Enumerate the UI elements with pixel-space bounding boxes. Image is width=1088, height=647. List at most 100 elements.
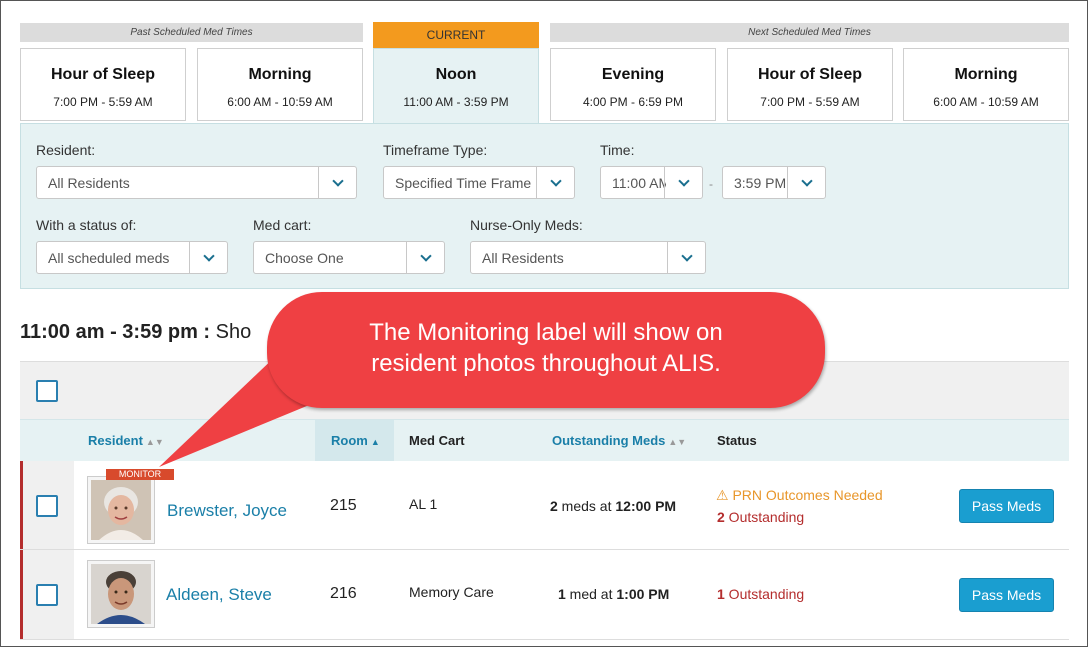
status-select-value: All scheduled meds	[48, 250, 170, 266]
chevron-down-icon	[318, 167, 356, 198]
room-number: 215	[330, 497, 357, 514]
medcart-filter-label: Med cart:	[253, 217, 312, 233]
resident-name-link[interactable]: Brewster, Joyce	[167, 501, 287, 521]
nurse-only-filter-label: Nurse-Only Meds:	[470, 217, 583, 233]
med-cart-value: AL 1	[409, 496, 438, 512]
time-filter-label: Time:	[600, 142, 635, 158]
nurse-only-select[interactable]: All Residents	[470, 241, 706, 274]
time-range-title: 11:00 am - 3:59 pm : Sho	[20, 321, 251, 344]
select-all-checkbox[interactable]	[36, 380, 58, 402]
tab-name: Morning	[248, 66, 312, 83]
tab-noon-current[interactable]: Noon 11:00 AM - 3:59 PM	[373, 48, 539, 125]
medcart-column-header: Med Cart	[409, 433, 465, 448]
resident-select-value: All Residents	[48, 175, 130, 191]
resident-photo-image	[91, 480, 151, 540]
tab-time: 6:00 AM - 10:59 AM	[227, 95, 333, 109]
nurse-only-select-value: All Residents	[482, 250, 564, 266]
outstanding-text: Outstanding	[724, 509, 805, 525]
status-outstanding: 1 Outstanding	[717, 586, 804, 602]
time-separator: -	[709, 177, 713, 191]
status-column-header: Status	[717, 433, 757, 448]
tab-time: 11:00 AM - 3:59 PM	[403, 95, 509, 109]
outstanding-meds-value: 1 med at 1:00 PM	[558, 586, 669, 602]
outstanding-count: 2	[717, 509, 725, 525]
pass-meds-button[interactable]: Pass Meds	[959, 489, 1054, 523]
tab-morning-past[interactable]: Morning 6:00 AM - 10:59 AM	[197, 48, 363, 121]
filter-panel: Resident: All Residents Timeframe Type: …	[20, 123, 1069, 289]
tab-time: 7:00 PM - 5:59 AM	[53, 95, 153, 109]
room-number: 216	[330, 585, 357, 602]
resident-select[interactable]: All Residents	[36, 166, 357, 199]
tab-morning-next[interactable]: Morning 6:00 AM - 10:59 AM	[903, 48, 1069, 121]
callout-line-1: The Monitoring label will show on	[369, 319, 723, 346]
outstanding-meds-value: 2 meds at 12:00 PM	[550, 498, 676, 514]
timeframe-select[interactable]: Specified Time Frame	[383, 166, 575, 199]
chevron-down-icon	[406, 242, 444, 273]
resident-header-label: Resident	[88, 433, 143, 448]
resident-filter-label: Resident:	[36, 142, 96, 158]
table-row: MONITOR Brewster, Joyce 215 AL 1 2 meds …	[20, 461, 1069, 550]
table-header: Resident ▲▼ Room ▲ Med Cart Outstanding Me…	[20, 419, 1069, 462]
time-from-select[interactable]: 11:00 AM	[600, 166, 703, 199]
resident-name-link[interactable]: Aldeen, Steve	[166, 585, 272, 605]
status-outstanding: 2 Outstanding	[717, 509, 804, 525]
meds-text: meds at	[557, 498, 616, 514]
meds-count: 1	[558, 586, 566, 602]
sort-icon: ▲▼	[668, 437, 687, 447]
pass-meds-button[interactable]: Pass Meds	[959, 578, 1054, 612]
time-range-bold: 11:00 am - 3:59 pm :	[20, 321, 211, 343]
screenshot-frame: Past Scheduled Med Times CURRENT Next Sc…	[0, 0, 1088, 647]
med-cart-value: Memory Care	[409, 584, 494, 600]
chevron-down-icon	[536, 167, 574, 198]
tab-name: Hour of Sleep	[50, 66, 155, 83]
meds-count: 2	[550, 498, 558, 514]
chevron-down-icon	[787, 167, 825, 198]
time-to-select[interactable]: 3:59 PM	[722, 166, 826, 199]
medcart-select-value: Choose One	[265, 250, 344, 266]
time-from-value: 11:00 AM	[612, 175, 666, 191]
status-select[interactable]: All scheduled meds	[36, 241, 228, 274]
tab-time: 4:00 PM - 6:59 PM	[582, 95, 684, 109]
resident-photo[interactable]	[87, 476, 155, 544]
tab-name: Hour of Sleep	[757, 66, 862, 83]
resident-photo-image	[91, 564, 151, 624]
tab-time: 6:00 AM - 10:59 AM	[933, 95, 1039, 109]
outstanding-column-header[interactable]: Outstanding Meds ▲▼	[552, 433, 686, 448]
outstanding-text: Outstanding	[724, 586, 805, 602]
sort-icon: ▲▼	[145, 437, 164, 447]
timeframe-select-value: Specified Time Frame	[395, 175, 532, 191]
outstanding-count: 1	[717, 586, 725, 602]
medcart-select[interactable]: Choose One	[253, 241, 445, 274]
meds-time: 1:00 PM	[616, 586, 670, 602]
warning-triangle-icon: ⚠	[716, 487, 729, 503]
callout-line-2: resident photos throughout ALIS.	[371, 350, 721, 377]
tab-time: 7:00 PM - 5:59 AM	[760, 95, 860, 109]
tab-name: Noon	[435, 66, 477, 83]
status-warning: ⚠ PRN Outcomes Needed	[716, 487, 883, 504]
tab-name: Evening	[601, 66, 665, 83]
past-med-times-header: Past Scheduled Med Times	[20, 23, 363, 42]
chevron-down-icon	[667, 242, 705, 273]
resident-column-header[interactable]: Resident ▲▼	[88, 433, 164, 448]
room-column-header[interactable]: Room ▲	[331, 433, 380, 448]
tab-hour-of-sleep-past[interactable]: Hour of Sleep 7:00 PM - 5:59 AM	[20, 48, 186, 121]
status-filter-label: With a status of:	[36, 217, 137, 233]
tab-evening-next[interactable]: Evening 4:00 PM - 6:59 PM	[550, 48, 716, 121]
sort-asc-icon: ▲	[370, 437, 380, 447]
annotation-callout: The Monitoring label will show on reside…	[267, 292, 825, 408]
table-row: Aldeen, Steve 216 Memory Care 1 med at 1…	[20, 550, 1069, 640]
row-checkbox[interactable]	[36, 584, 58, 606]
monitor-label: MONITOR	[106, 469, 174, 480]
tab-hour-of-sleep-next[interactable]: Hour of Sleep 7:00 PM - 5:59 AM	[727, 48, 893, 121]
time-to-value: 3:59 PM	[734, 175, 787, 191]
room-header-label: Room	[331, 433, 368, 448]
resident-photo[interactable]	[87, 560, 155, 628]
outstanding-header-label: Outstanding Meds	[552, 433, 666, 448]
status-warning-text: PRN Outcomes Needed	[732, 487, 883, 503]
row-checkbox[interactable]	[36, 495, 58, 517]
next-med-times-header: Next Scheduled Med Times	[550, 23, 1069, 42]
time-range-rest: Sho	[210, 321, 252, 343]
current-tab-header: CURRENT	[373, 22, 539, 48]
chevron-down-icon	[189, 242, 227, 273]
chevron-down-icon	[664, 167, 702, 198]
